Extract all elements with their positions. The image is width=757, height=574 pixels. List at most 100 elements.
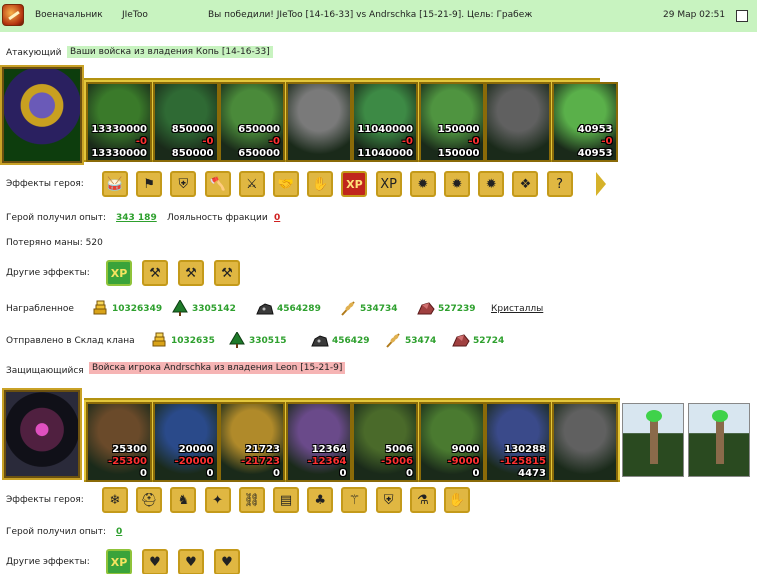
unit-green-spearman[interactable]: 650000 -0 650000 — [219, 82, 285, 162]
attacker-xp-value[interactable]: 343 189 — [116, 213, 157, 223]
unit-count-lost: -12364 — [307, 456, 347, 467]
next-arrow-icon[interactable] — [596, 172, 606, 196]
unit-count-lost: -25300 — [108, 456, 147, 467]
battle-datetime: 29 Мар 02:51 — [663, 10, 726, 20]
resource-amount: 456429 — [332, 336, 370, 346]
ore-icon — [311, 332, 329, 348]
unit-green-druid[interactable]: 40953 -0 40953 — [551, 82, 618, 162]
close-checkbox[interactable] — [736, 10, 748, 22]
unit-count-before: 9000 — [451, 444, 480, 455]
armored-knight-icon[interactable]: ♞ — [170, 487, 197, 513]
war-drum-icon[interactable]: 🥁 — [102, 171, 128, 197]
helmet-icon[interactable]: ⛑ — [136, 487, 163, 513]
sun-icon[interactable]: ✹ — [444, 171, 470, 197]
chains-icon[interactable]: ⛓ — [238, 487, 265, 513]
defender-hero-portrait[interactable] — [2, 388, 82, 480]
unit-count-lost: -0 — [135, 136, 147, 147]
sun-icon[interactable]: ✹ — [478, 171, 505, 197]
unit-crowned-king[interactable]: 25300 -25300 0 — [86, 402, 152, 482]
battle-result-message: Вы победили! JIeToo [14-16-33] vs Andrsc… — [208, 10, 533, 20]
sword-icon[interactable]: ⚔ — [238, 171, 265, 197]
unit-green-archer[interactable]: 11040000 -0 11040000 — [352, 82, 418, 162]
book-icon[interactable]: ▤ — [273, 487, 299, 513]
unit-count-after: 650000 — [238, 148, 280, 159]
xp-green-icon[interactable]: XP — [106, 260, 132, 286]
defender-title: Войска игрока Andrschka из владения Leon… — [89, 362, 346, 374]
player-name[interactable]: JIeToo — [122, 10, 148, 20]
unit-green-swordsman[interactable]: 9000 -9000 0 — [418, 402, 485, 482]
top-bar: Военачальник JIeToo Вы победили! JIeToo … — [0, 0, 757, 32]
heart-shield-icon[interactable]: ♥ — [178, 549, 204, 574]
unit-green-armored-rider[interactable]: 13330000 -0 13330000 — [86, 82, 152, 162]
unit-count-lost: -0 — [268, 136, 280, 147]
axe-attack-icon[interactable]: ⚒ — [178, 260, 204, 286]
crystals-link[interactable]: Кристаллы — [491, 304, 543, 314]
attacker-xp-label: Герой получил опыт: — [6, 213, 106, 223]
unit-golden-knight[interactable]: 21723 -21723 0 — [219, 402, 285, 482]
loyalty-value[interactable]: 0 — [274, 213, 280, 223]
xp-green-icon[interactable]: XP — [106, 549, 132, 574]
unit-count-after: 0 — [472, 468, 480, 479]
unit-count-after: 0 — [206, 468, 214, 479]
staff-icon[interactable]: ⚚ — [341, 487, 368, 513]
unit-count-before: 150000 — [437, 124, 480, 135]
game-logo-icon[interactable] — [2, 4, 24, 26]
defender-xp-label: Герой получил опыт: — [6, 527, 106, 537]
unit-golden-dragon[interactable]: 12364 -12364 0 — [285, 402, 352, 482]
unit-count-after: 0 — [406, 468, 413, 479]
resource-amount: 10326349 — [112, 304, 163, 314]
heart-shield-icon[interactable]: ♥ — [142, 549, 168, 574]
golden-shield-icon[interactable]: ⛨ — [375, 487, 402, 513]
unit-blue-paladin[interactable]: 20000 -20000 0 — [152, 402, 219, 482]
defense-tower-icon[interactable] — [622, 403, 684, 477]
unit-count-after: 850000 — [171, 148, 214, 159]
defender-xp-value[interactable]: 0 — [116, 527, 122, 537]
red-flag-icon[interactable]: ⚑ — [136, 171, 163, 197]
question-icon[interactable]: ? — [546, 171, 573, 197]
unit-count-lost: -5006 — [381, 456, 413, 467]
unit-count-after: 11040000 — [357, 148, 413, 159]
axe-attack-icon[interactable]: ⚒ — [214, 260, 240, 286]
attacker-hero-portrait[interactable] — [0, 65, 84, 165]
beam-icon[interactable]: ✦ — [204, 487, 231, 513]
loyalty-label: Лояльность фракции — [167, 213, 268, 223]
unit-count-before: 130288 — [504, 444, 546, 455]
mana-lost: Потеряно маны: 520 — [6, 238, 103, 248]
sun-icon[interactable]: ✹ — [409, 171, 436, 197]
unit-count-lost: -21723 — [241, 456, 280, 467]
unit-grey-ghost[interactable] — [485, 82, 551, 162]
unit-grey-griffin[interactable] — [285, 82, 352, 162]
frost-icon[interactable]: ❄ — [102, 487, 128, 513]
gold-icon — [91, 300, 109, 316]
heart-shield-icon[interactable]: ♥ — [214, 549, 240, 574]
dragon-icon[interactable]: ❖ — [512, 171, 539, 197]
unit-angel-warrior[interactable]: 130288 -125815 4473 — [485, 402, 551, 482]
unit-count-before: 11040000 — [357, 124, 413, 135]
claw-icon[interactable]: ✋ — [444, 487, 470, 513]
resource-amount: 527239 — [438, 304, 476, 314]
axe-attack-icon[interactable]: ⚒ — [142, 260, 168, 286]
unit-count-before: 20000 — [178, 444, 214, 455]
axe-icon[interactable]: 🪓 — [204, 171, 231, 197]
handshake-icon[interactable]: 🤝 — [273, 171, 299, 197]
gold-icon — [150, 332, 168, 348]
grain-icon — [339, 300, 357, 316]
unit-count-before: 21723 — [245, 444, 280, 455]
shield-icon[interactable]: ⛨ — [170, 171, 197, 197]
clover-icon[interactable]: ♣ — [307, 487, 334, 513]
attacker-other-effects-label: Другие эффекты: — [6, 268, 90, 278]
unit-grey-specter[interactable] — [551, 402, 618, 482]
potion-icon[interactable]: ⚗ — [409, 487, 436, 513]
unit-green-knight[interactable]: 850000 -0 850000 — [152, 82, 219, 162]
resource-amount: 3305142 — [192, 304, 236, 314]
unit-archer-bow[interactable]: 5006 -5006 0 — [352, 402, 418, 482]
defense-tower-icon[interactable] — [688, 403, 750, 477]
crystal-icon — [452, 332, 470, 348]
unit-green-lancer[interactable]: 150000 -0 150000 — [418, 82, 485, 162]
xp-red-icon[interactable]: XP — [341, 171, 368, 197]
grasp-icon[interactable]: ✋ — [307, 171, 334, 197]
unit-count-after: 0 — [273, 468, 280, 479]
unit-count-after: 0 — [140, 468, 147, 479]
xp-dark-icon[interactable]: XP — [375, 171, 402, 197]
player-rank: Военачальник — [35, 10, 103, 20]
